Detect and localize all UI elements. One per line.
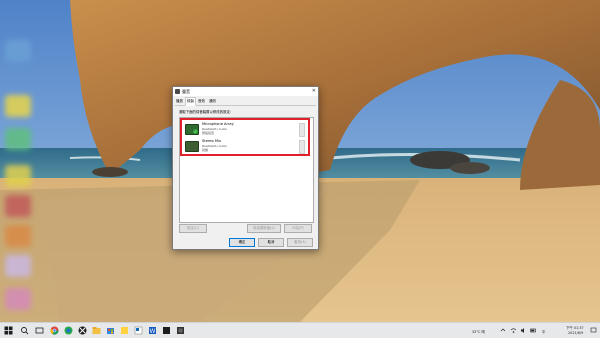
volume-icon[interactable]: [520, 327, 527, 334]
desktop-app-icon[interactable]: [5, 128, 31, 150]
properties-button[interactable]: 內容(P): [284, 224, 312, 233]
apply-button[interactable]: 套用(A): [287, 238, 313, 247]
tab-recording[interactable]: 錄製: [185, 97, 196, 106]
desktop-app-icon[interactable]: [5, 255, 31, 277]
svg-text:W: W: [150, 329, 156, 335]
ok-button[interactable]: 確定: [229, 238, 255, 247]
tab-communications[interactable]: 通訊: [208, 98, 217, 104]
sticky-notes-icon[interactable]: [120, 326, 129, 335]
configure-button[interactable]: 設定(C): [179, 224, 207, 233]
chrome-icon[interactable]: [50, 326, 59, 335]
wifi-icon[interactable]: [510, 327, 517, 334]
dialog-title: 聲音: [182, 89, 190, 94]
ime-indicator[interactable]: 中: [542, 329, 545, 334]
desktop-app-icon[interactable]: [5, 195, 31, 217]
outlook-icon[interactable]: [134, 326, 143, 335]
app-icon[interactable]: [176, 326, 185, 335]
cancel-button[interactable]: 取消: [258, 238, 284, 247]
task-view-icon[interactable]: [35, 326, 44, 335]
dialog-titlebar[interactable]: 聲音 ✕: [173, 87, 318, 96]
taskbar: W 33°C 晴 中 下午 01:37 2021/6/9: [0, 322, 600, 338]
desktop-app-icon[interactable]: [5, 288, 31, 310]
store-icon[interactable]: [106, 326, 115, 335]
search-icon[interactable]: [20, 326, 29, 335]
highlight-box: [180, 118, 310, 156]
tab-playback[interactable]: 播放: [175, 98, 184, 104]
desktop-app-icon[interactable]: [5, 225, 31, 247]
set-default-button[interactable]: 設為預設值(S): [247, 224, 281, 233]
close-icon[interactable]: ✕: [312, 87, 316, 96]
tab-bar: 播放 錄製 音效 通訊: [175, 97, 316, 106]
windows-start-icon[interactable]: [4, 326, 13, 335]
desktop-app-icon[interactable]: [5, 40, 31, 62]
tab-sounds[interactable]: 音效: [197, 98, 206, 104]
desktop-icon-strip: [0, 0, 44, 322]
edge-icon[interactable]: [64, 326, 73, 335]
weather-widget[interactable]: 33°C 晴: [472, 329, 485, 334]
desktop-app-icon[interactable]: [5, 95, 31, 117]
instruction-text: 選取下面的錄音裝置以修改其設定:: [179, 110, 232, 114]
word-icon[interactable]: W: [148, 326, 157, 335]
clock-date[interactable]: 2021/6/9: [568, 331, 583, 335]
chevron-up-icon[interactable]: [500, 327, 506, 333]
xbox-icon[interactable]: [78, 326, 87, 335]
terminal-icon[interactable]: [162, 326, 171, 335]
clock-time[interactable]: 下午 01:37: [566, 325, 584, 330]
battery-icon[interactable]: [530, 327, 537, 334]
sound-dialog: 聲音 ✕ 播放 錄製 音效 通訊 選取下面的錄音裝置以修改其設定: ✓ Micr…: [172, 86, 319, 250]
file-explorer-icon[interactable]: [92, 326, 101, 335]
desktop-app-icon[interactable]: [5, 165, 31, 187]
speaker-icon: [175, 89, 180, 94]
notification-icon[interactable]: [590, 327, 597, 334]
